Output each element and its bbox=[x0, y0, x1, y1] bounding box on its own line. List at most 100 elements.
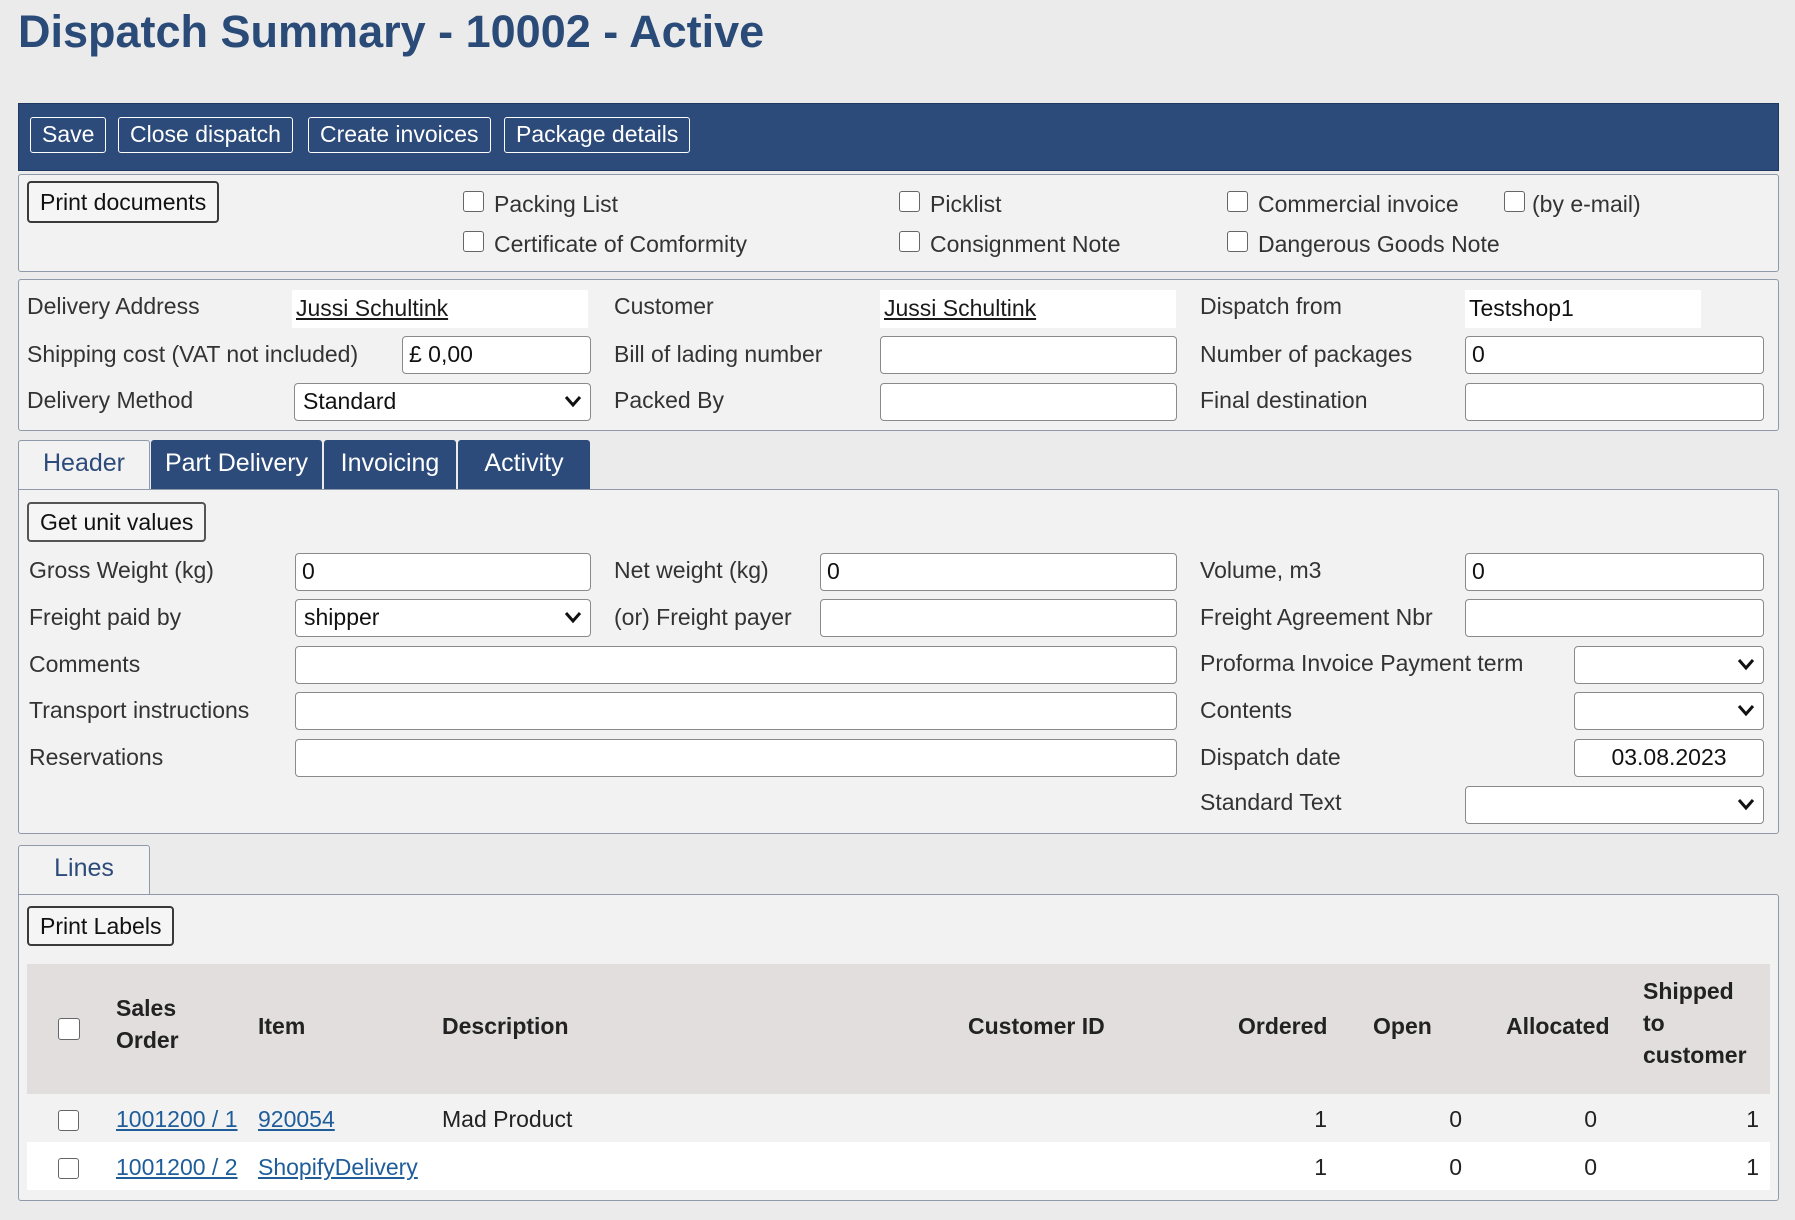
dangerous-goods-checkbox[interactable] bbox=[1227, 231, 1248, 252]
delivery-address-value[interactable]: Jussi Schultink bbox=[292, 290, 588, 328]
chevron-down-icon bbox=[564, 612, 582, 624]
col-open[interactable]: Open bbox=[1373, 1010, 1432, 1042]
select-all-checkbox[interactable] bbox=[58, 1018, 80, 1040]
customer-label: Customer bbox=[614, 293, 714, 319]
delivery-address-link[interactable]: Jussi Schultink bbox=[296, 295, 448, 321]
action-toolbar: Save Close dispatch Create invoices Pack… bbox=[18, 103, 1779, 171]
col-shipped-line1: Shipped bbox=[1643, 978, 1734, 1004]
row-checkbox[interactable] bbox=[58, 1158, 79, 1179]
net-weight-label: Net weight (kg) bbox=[614, 557, 769, 583]
col-ordered[interactable]: Ordered bbox=[1238, 1010, 1327, 1042]
net-weight-input[interactable]: 0 bbox=[820, 553, 1177, 591]
number-of-packages-input[interactable]: 0 bbox=[1465, 336, 1764, 374]
customer-value[interactable]: Jussi Schultink bbox=[880, 290, 1176, 328]
col-description[interactable]: Description bbox=[442, 1010, 569, 1042]
col-shipped-to-customer[interactable]: Shipped to customer bbox=[1643, 975, 1747, 1071]
packing-list-checkbox[interactable] bbox=[463, 191, 484, 212]
freight-paid-by-selected: shipper bbox=[304, 604, 380, 630]
final-destination-input[interactable] bbox=[1465, 383, 1764, 421]
shipping-cost-label: Shipping cost (VAT not included) bbox=[27, 341, 359, 367]
close-dispatch-button[interactable]: Close dispatch bbox=[118, 117, 293, 153]
volume-label: Volume, m3 bbox=[1200, 557, 1322, 583]
lines-panel: Print Labels Sales Order Item Descriptio… bbox=[18, 894, 1779, 1201]
row-shipped: 1 bbox=[1746, 1106, 1759, 1132]
create-invoices-button[interactable]: Create invoices bbox=[308, 117, 491, 153]
save-button[interactable]: Save bbox=[30, 117, 107, 153]
row-allocated: 0 bbox=[1584, 1106, 1597, 1132]
chevron-down-icon bbox=[564, 396, 582, 408]
bill-of-lading-input[interactable] bbox=[880, 336, 1177, 374]
freight-paid-by-select[interactable]: shipper bbox=[295, 599, 591, 637]
tab-activity[interactable]: Activity bbox=[458, 440, 590, 490]
lines-table-header: Sales Order Item Description Customer ID… bbox=[27, 964, 1770, 1094]
number-of-packages-label: Number of packages bbox=[1200, 341, 1413, 367]
dispatch-from-label: Dispatch from bbox=[1200, 293, 1342, 319]
packing-list-label: Packing List bbox=[494, 191, 619, 217]
row-ordered: 1 bbox=[1314, 1154, 1327, 1180]
customer-link[interactable]: Jussi Schultink bbox=[884, 295, 1036, 321]
freight-agreement-label: Freight Agreement Nbr bbox=[1200, 604, 1433, 630]
col-sales-order[interactable]: Sales Order bbox=[116, 992, 179, 1056]
row-ordered: 1 bbox=[1314, 1106, 1327, 1132]
transport-instructions-label: Transport instructions bbox=[29, 697, 250, 723]
gross-weight-label: Gross Weight (kg) bbox=[29, 557, 214, 583]
item-link[interactable]: ShopifyDelivery bbox=[258, 1153, 418, 1181]
tab-part-delivery[interactable]: Part Delivery bbox=[151, 440, 322, 490]
print-labels-button[interactable]: Print Labels bbox=[27, 906, 175, 946]
comments-label: Comments bbox=[29, 651, 141, 677]
picklist-checkbox[interactable] bbox=[899, 191, 920, 212]
dispatch-from-value: Testshop1 bbox=[1465, 290, 1701, 328]
delivery-method-label: Delivery Method bbox=[27, 387, 194, 413]
certificate-checkbox[interactable] bbox=[463, 231, 484, 252]
table-row: 1001200 / 1 920054 Mad Product 1 0 0 1 bbox=[27, 1094, 1770, 1142]
row-open: 0 bbox=[1449, 1106, 1462, 1132]
gross-weight-input[interactable]: 0 bbox=[295, 553, 591, 591]
col-customer-id[interactable]: Customer ID bbox=[968, 1010, 1105, 1042]
page-title: Dispatch Summary - 10002 - Active bbox=[18, 6, 765, 57]
print-documents-button[interactable]: Print documents bbox=[27, 181, 220, 223]
table-row: 1001200 / 2 ShopifyDelivery 1 0 0 1 bbox=[27, 1142, 1770, 1190]
contents-label: Contents bbox=[1200, 697, 1293, 723]
packed-by-label: Packed By bbox=[614, 387, 724, 413]
shipping-cost-input[interactable]: £ 0,00 bbox=[402, 336, 591, 374]
col-sales-order-line1: Sales bbox=[116, 995, 177, 1021]
package-details-button[interactable]: Package details bbox=[504, 117, 691, 153]
commercial-invoice-label: Commercial invoice bbox=[1258, 191, 1459, 217]
sales-order-link[interactable]: 1001200 / 1 bbox=[116, 1105, 238, 1133]
item-link[interactable]: 920054 bbox=[258, 1105, 335, 1133]
get-unit-values-button[interactable]: Get unit values bbox=[27, 502, 207, 542]
sales-order-link[interactable]: 1001200 / 2 bbox=[116, 1153, 238, 1181]
picklist-label: Picklist bbox=[930, 191, 1002, 217]
dispatch-summary-panel: Delivery Address Jussi Schultink Custome… bbox=[18, 279, 1779, 431]
tab-lines[interactable]: Lines bbox=[18, 845, 150, 895]
row-allocated: 0 bbox=[1584, 1154, 1597, 1180]
reservations-input[interactable] bbox=[295, 739, 1177, 777]
certificate-label: Certificate of Comformity bbox=[494, 231, 748, 257]
packed-by-input[interactable] bbox=[880, 383, 1177, 421]
consignment-note-checkbox[interactable] bbox=[899, 231, 920, 252]
row-checkbox[interactable] bbox=[58, 1110, 79, 1131]
comments-input[interactable] bbox=[295, 646, 1177, 684]
freight-paid-by-label: Freight paid by bbox=[29, 604, 182, 630]
contents-select[interactable] bbox=[1574, 692, 1764, 730]
freight-payer-input[interactable] bbox=[820, 599, 1177, 637]
col-shipped-line3: customer bbox=[1643, 1042, 1747, 1068]
tab-invoicing[interactable]: Invoicing bbox=[324, 440, 456, 490]
dangerous-goods-label: Dangerous Goods Note bbox=[1258, 231, 1500, 257]
reservations-label: Reservations bbox=[29, 744, 164, 770]
tab-header[interactable]: Header bbox=[18, 440, 150, 490]
col-allocated[interactable]: Allocated bbox=[1506, 1010, 1610, 1042]
by-email-label: (by e-mail) bbox=[1532, 191, 1641, 217]
by-email-checkbox[interactable] bbox=[1504, 191, 1525, 212]
print-documents-panel: Print documents Packing List Certificate… bbox=[18, 174, 1779, 272]
dispatch-date-input[interactable]: 03.08.2023 bbox=[1574, 739, 1764, 777]
transport-instructions-input[interactable] bbox=[295, 692, 1177, 730]
proforma-payment-term-select[interactable] bbox=[1574, 646, 1764, 684]
volume-input[interactable]: 0 bbox=[1465, 553, 1764, 591]
commercial-invoice-checkbox[interactable] bbox=[1227, 191, 1248, 212]
delivery-method-select[interactable]: Standard bbox=[294, 383, 591, 421]
chevron-down-icon bbox=[1737, 659, 1755, 671]
standard-text-select[interactable] bbox=[1465, 786, 1764, 824]
col-item[interactable]: Item bbox=[258, 1010, 305, 1042]
freight-agreement-input[interactable] bbox=[1465, 599, 1764, 637]
